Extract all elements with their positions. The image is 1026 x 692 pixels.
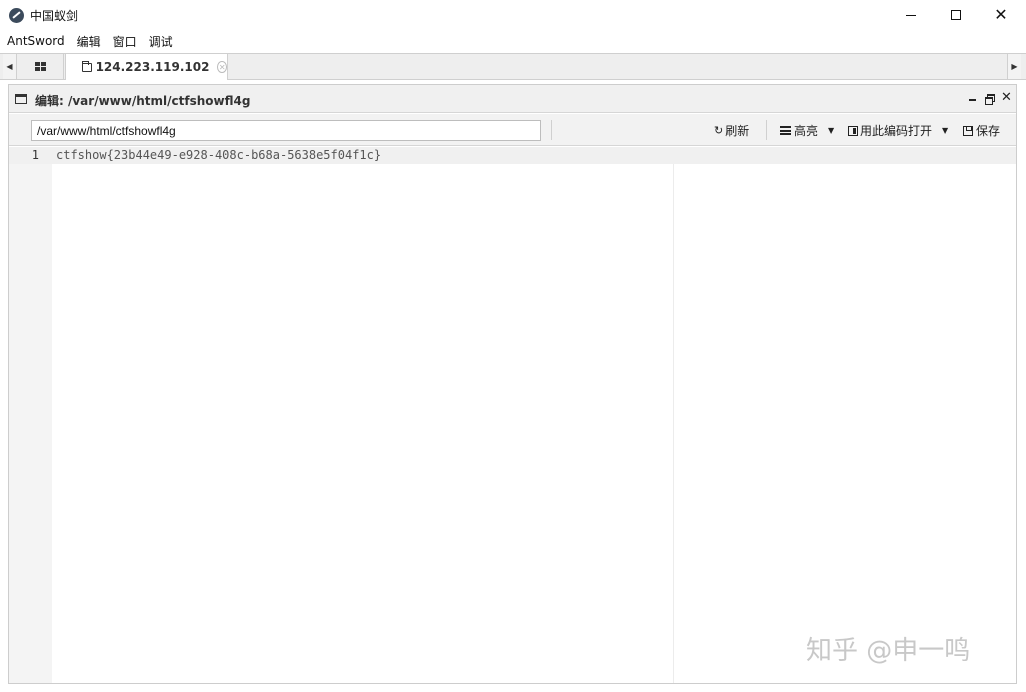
refresh-icon: ↻ (714, 124, 724, 137)
refresh-label: 刷新 (725, 124, 750, 138)
tab-scroll-right-button[interactable]: ▶ (1007, 54, 1021, 79)
maximize-button[interactable] (933, 0, 979, 30)
editor-toolbar: ↻ 刷新 高亮 ▼ 用此编码打开 ▼ 保存 (9, 114, 1016, 146)
window-icon (15, 94, 27, 104)
maximize-icon (951, 10, 961, 20)
chevron-down-icon: ▼ (828, 126, 835, 135)
close-circle-icon: ✕ (218, 62, 226, 72)
tab-close-button[interactable]: ✕ (217, 61, 227, 73)
menu-window[interactable]: 窗口 (113, 33, 137, 50)
menu-edit[interactable]: 编辑 (77, 33, 101, 50)
tab-host-label: 124.223.119.102 (95, 60, 210, 74)
tab-scroll-left-button[interactable]: ◀ (3, 54, 17, 79)
code-line[interactable]: ctfshow{23b44e49-e928-408c-b68a-5638e5f0… (56, 148, 381, 162)
close-window-button[interactable]: ✕ (978, 0, 1024, 30)
highlight-dropdown[interactable]: 高亮 ▼ (780, 122, 834, 139)
panel-restore-button[interactable] (985, 91, 995, 105)
panel-minimize-button[interactable] (969, 91, 976, 101)
window-title: 中国蚁剑 (30, 9, 79, 23)
open-with-encoding-dropdown[interactable]: 用此编码打开 ▼ (848, 122, 948, 139)
close-icon: ✕ (1001, 90, 1012, 105)
encoding-icon (848, 125, 858, 136)
panel-header: 编辑: /var/www/html/ctfshowfl4g ✕ (9, 85, 1016, 113)
code-editor[interactable]: 1 ctfshow{23b44e49-e928-408c-b68a-5638e5… (9, 147, 1016, 683)
list-icon (780, 126, 791, 135)
menu-antsword[interactable]: AntSword (7, 34, 65, 48)
grid-icon (35, 62, 46, 71)
chevron-down-icon: ▼ (942, 126, 949, 135)
panel-title: 编辑: /var/www/html/ctfshowfl4g (35, 94, 251, 108)
highlight-label: 高亮 (794, 124, 819, 138)
minimize-icon (906, 14, 916, 16)
watermark: 知乎 @申一鸣 (806, 636, 971, 666)
tab-host[interactable]: 124.223.119.102 ✕ (65, 54, 228, 80)
toolbar-divider (766, 120, 767, 140)
toolbar-divider (551, 120, 552, 140)
folder-icon (82, 60, 92, 72)
line-gutter (9, 147, 52, 683)
menu-bar: AntSword 编辑 窗口 调试 (0, 30, 1026, 52)
tab-bar: ◀ 124.223.119.102 ✕ ▶ (0, 53, 1026, 80)
tab-home[interactable] (18, 54, 64, 79)
refresh-button[interactable]: ↻ 刷新 (714, 122, 749, 139)
close-icon: ✕ (994, 5, 1008, 24)
save-icon (963, 125, 973, 136)
minimize-icon (969, 99, 976, 101)
path-input[interactable] (31, 120, 541, 141)
menu-debug[interactable]: 调试 (149, 33, 173, 50)
save-button[interactable]: 保存 (963, 122, 1000, 139)
line-number: 1 (31, 148, 39, 162)
arrow-right-icon: ▶ (1011, 62, 1018, 71)
restore-icon (985, 94, 995, 105)
editor-panel: 编辑: /var/www/html/ctfshowfl4g ✕ ↻ 刷新 高亮 … (8, 84, 1017, 684)
panel-close-button[interactable]: ✕ (1001, 90, 1012, 105)
arrow-left-icon: ◀ (6, 62, 13, 71)
save-label: 保存 (976, 124, 1001, 138)
print-margin (673, 164, 674, 683)
title-bar: 中国蚁剑 ✕ (0, 0, 1026, 30)
minimize-button[interactable] (888, 0, 934, 30)
antsword-logo-icon (9, 8, 24, 23)
encoding-label: 用此编码打开 (860, 124, 933, 138)
